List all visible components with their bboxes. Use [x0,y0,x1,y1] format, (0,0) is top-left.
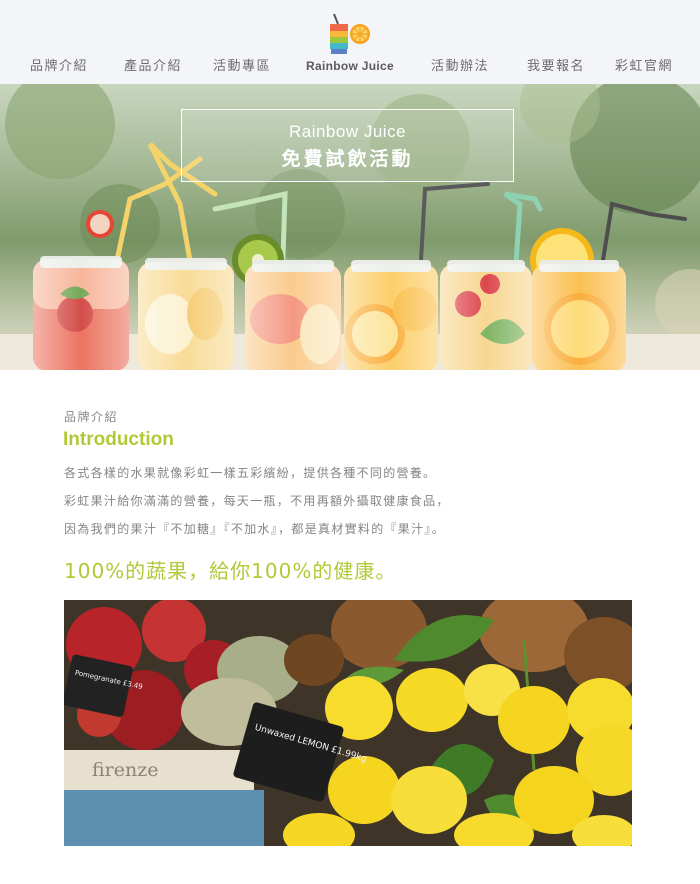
nav-item-products[interactable]: 產品介紹 [124,55,182,74]
tagline: 100%的蔬果，給你100%的健康。 [64,559,397,583]
lemons-market-illustration: firenze Pomegranate £3.49 Unwaxed LEMON … [64,600,632,846]
logo-text: Rainbow Juice [306,59,394,73]
section-label: 品牌介紹 [64,410,119,424]
top-navigation: 品牌介紹 產品介紹 活動專區 Rainbow Juice 活動辦法 我要報名 彩… [0,0,700,84]
nav-item-event-rules[interactable]: 活動辦法 [431,55,489,74]
section-title: Introduction [63,429,174,450]
hero-subtitle: Rainbow Juice [288,122,407,141]
nav-item-official-site[interactable]: 彩虹官網 [615,55,673,74]
nav-item-events[interactable]: 活動專區 [213,55,271,74]
hero-banner: Rainbow Juice 免費試飲活動 [0,84,700,370]
nav-item-brand[interactable]: 品牌介紹 [30,55,88,74]
crate-text: firenze [92,759,159,781]
rainbow-juice-logo[interactable]: Rainbow Juice [296,10,404,78]
nav-item-signup[interactable]: 我要報名 [527,55,585,74]
intro-paragraph-2: 彩虹果汁給你滿滿的營養，每天一瓶，不用再額外攝取健康食品， [64,494,450,508]
hero-title: 免費試飲活動 [281,148,414,170]
hero-title-box: Rainbow Juice 免費試飲活動 [181,109,514,182]
fruit-market-photo: firenze Pomegranate £3.49 Unwaxed LEMON … [64,600,632,846]
juice-cup-icon [330,13,370,54]
intro-paragraph-3: 因為我們的果汁『不加糖』『不加水』，都是真材實料的『果汁』。 [64,522,446,536]
intro-paragraph-1: 各式各樣的水果就像彩虹一樣五彩繽紛，提供各種不同的營養。 [64,466,437,480]
